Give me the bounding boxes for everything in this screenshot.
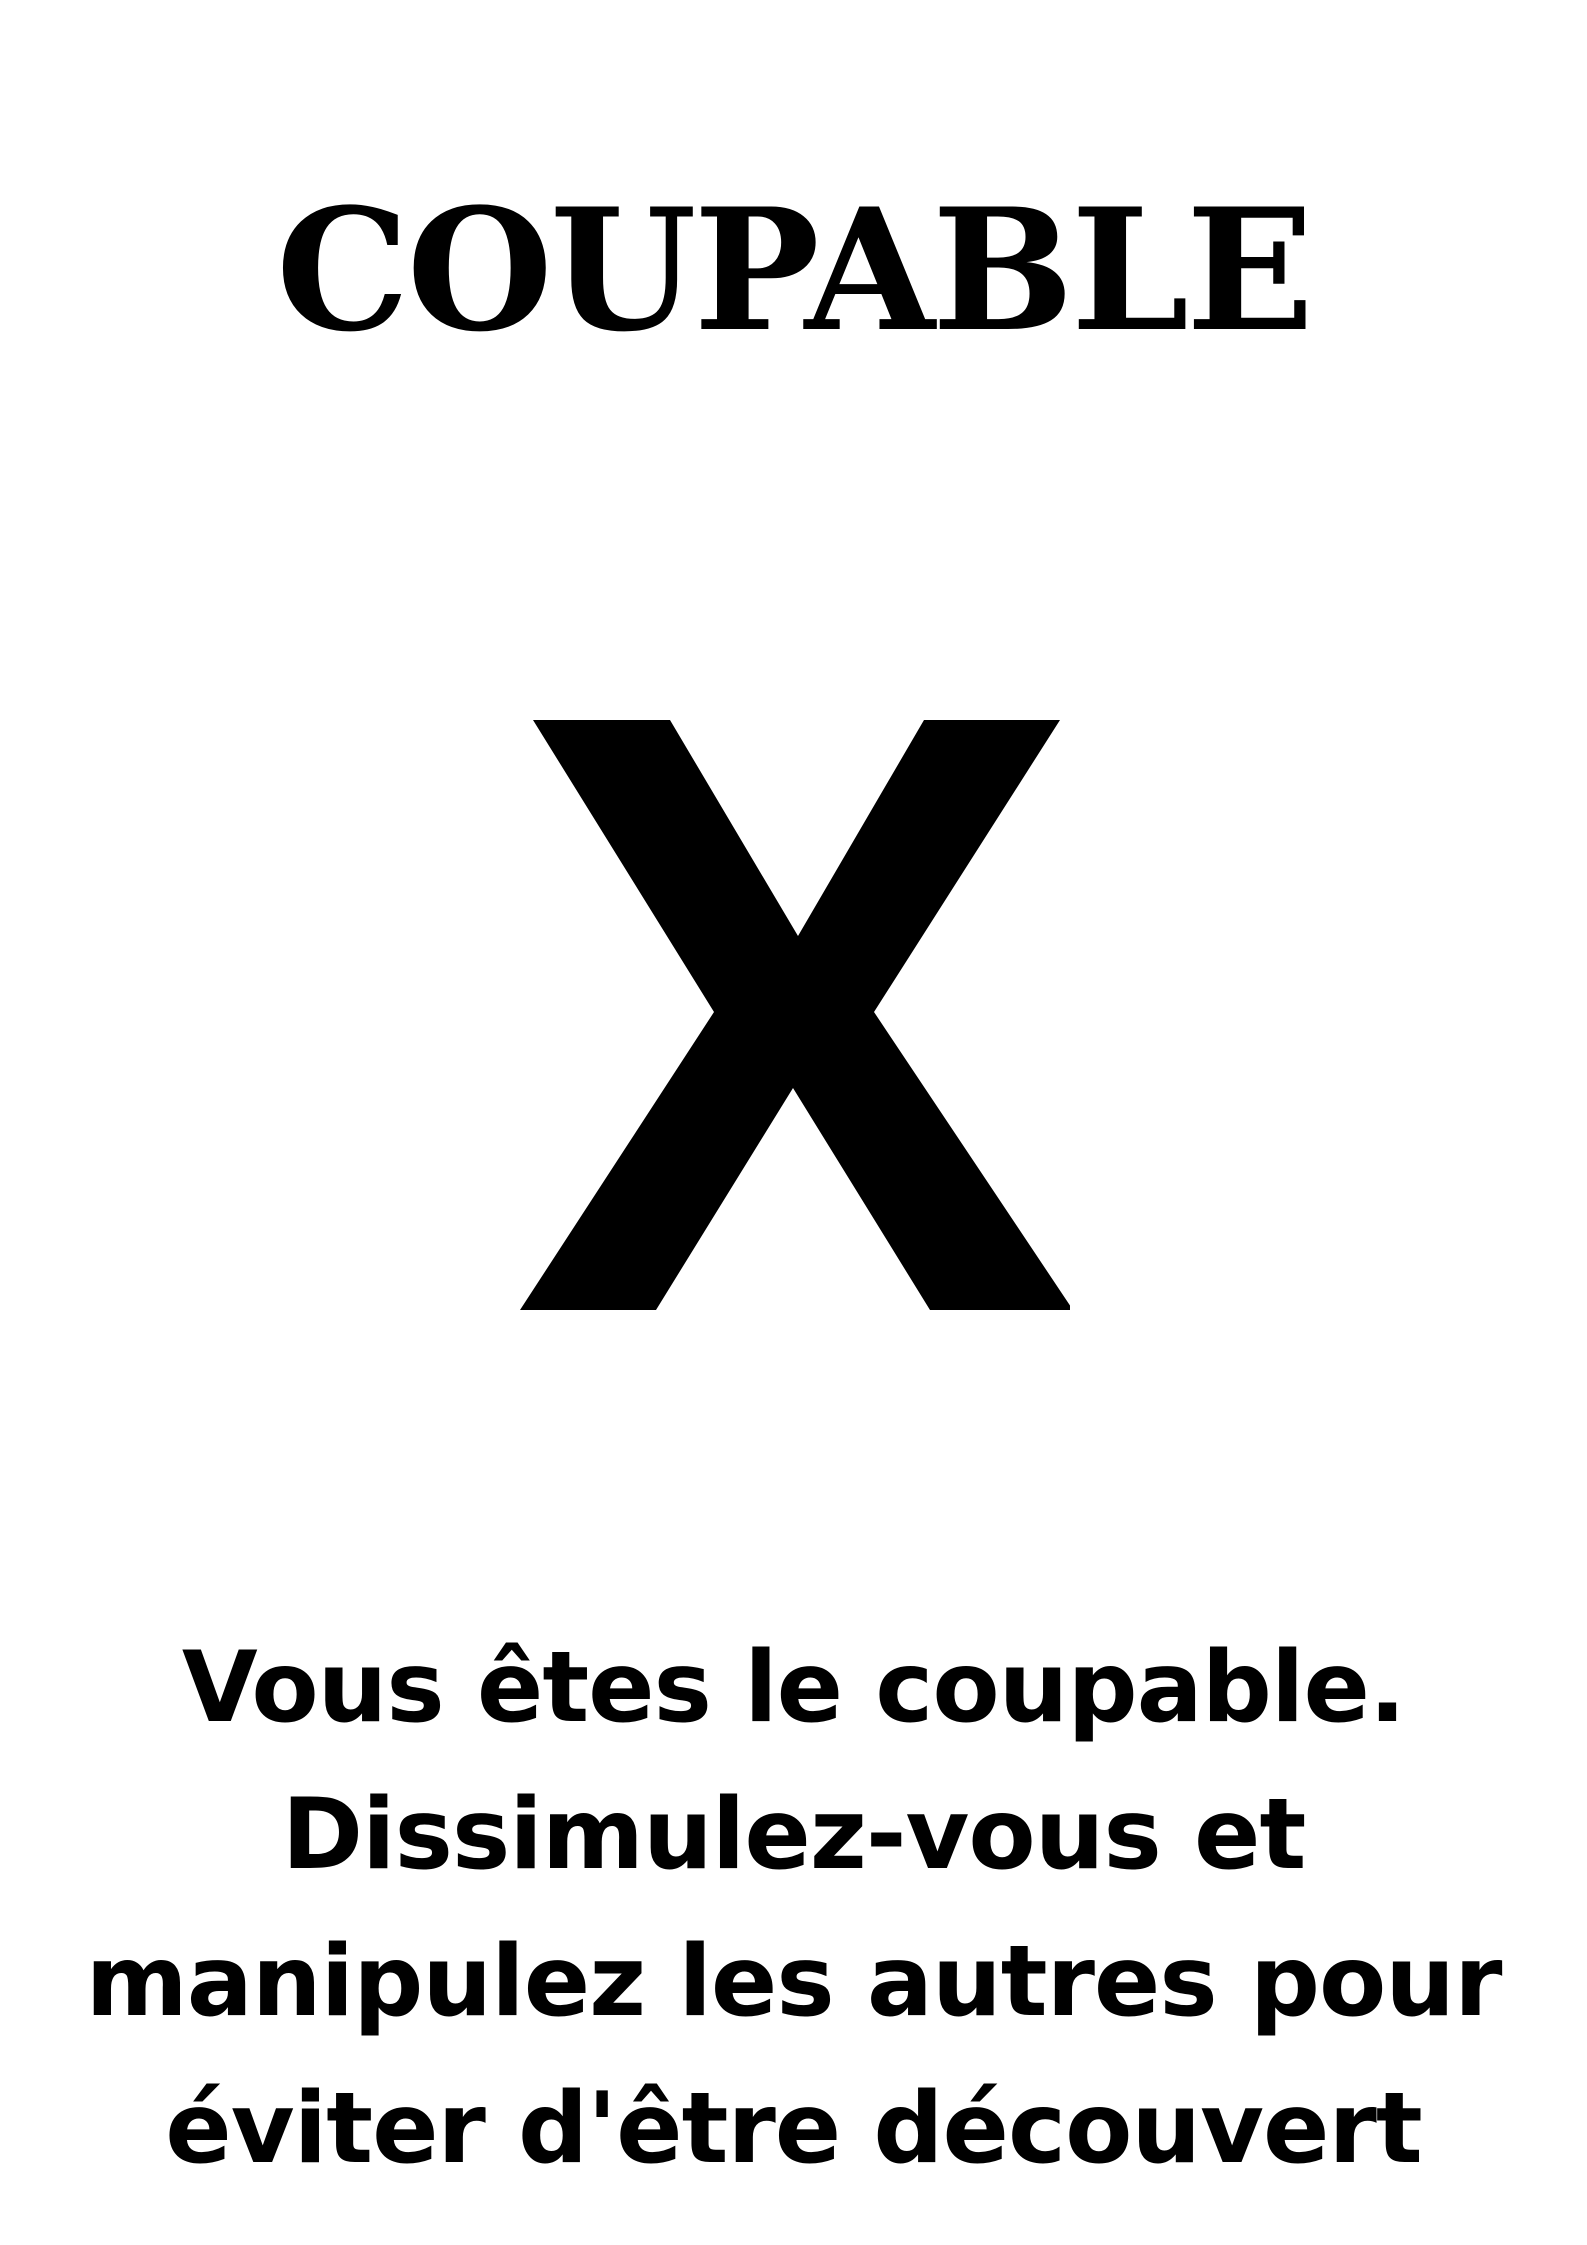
description-line: éviter d'être découvert: [165, 2072, 1422, 2186]
description-line: Vous êtes le coupable.: [181, 1631, 1406, 1745]
description-line: manipulez les autres pour: [85, 1925, 1503, 2039]
description-line: Dissimulez-vous et: [281, 1778, 1307, 1892]
role-card: COUPABLE Vous êtes le coupable. Dissimul…: [0, 0, 1587, 2245]
x-icon: [520, 720, 1070, 1310]
card-title: COUPABLE: [275, 171, 1314, 369]
card-description: Vous êtes le coupable. Dissimulez-vous e…: [60, 1615, 1527, 2203]
